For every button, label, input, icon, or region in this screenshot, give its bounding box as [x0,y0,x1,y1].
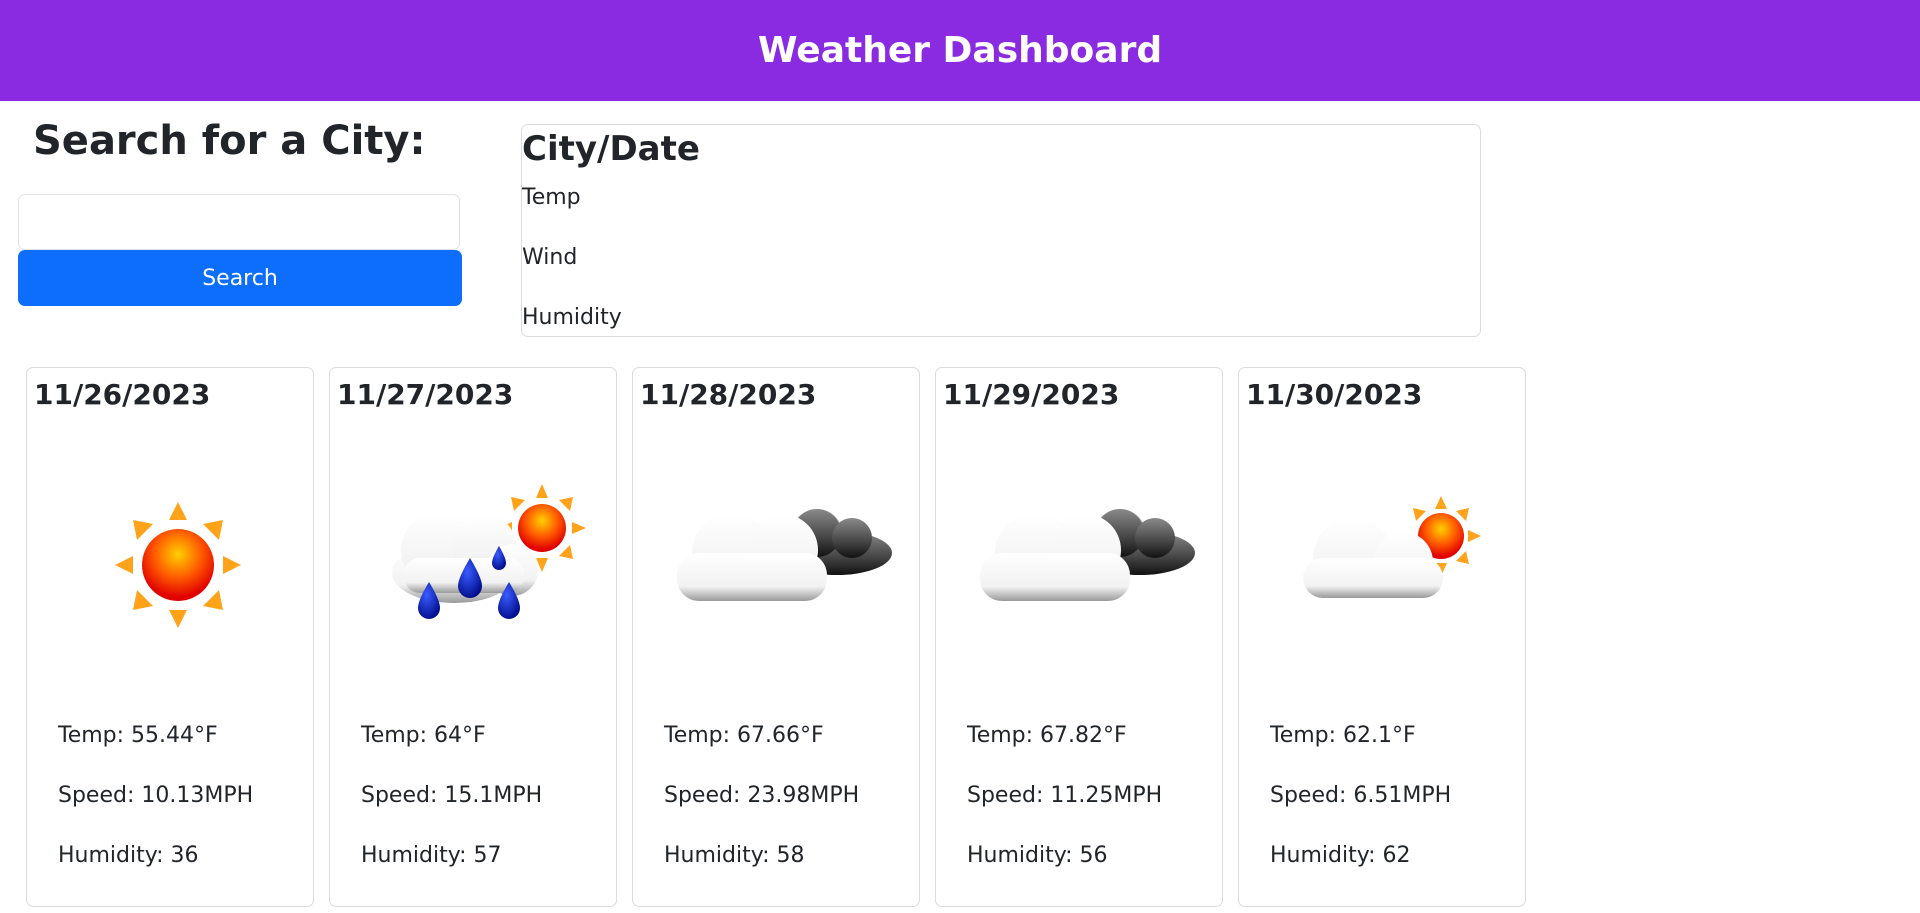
forecast-humidity: Humidity: 56 [967,843,1108,868]
forecast-temp: Temp: 67.66°F [664,723,824,748]
forecast-date: 11/28/2023 [640,378,817,411]
forecast-temp: Temp: 67.82°F [967,723,1127,748]
partly-cloudy-icon [1303,496,1481,598]
search-button[interactable]: Search [18,250,462,306]
current-temp: Temp [522,185,581,210]
forecast-temp: Temp: 55.44°F [58,723,218,748]
forecast-humidity: Humidity: 58 [664,843,805,868]
forecast-speed: Speed: 15.1MPH [361,783,543,808]
current-humidity: Humidity [522,305,622,330]
forecast-date: 11/27/2023 [337,378,514,411]
forecast-date: 11/29/2023 [943,378,1120,411]
forecast-card: 11/28/2023 Temp: 67.66°F Speed: 23.98MPH… [632,367,920,907]
forecast-temp: Temp: 64°F [361,723,486,748]
forecast-card: 11/30/2023 Temp: 62.1°F Speed: 6.51MPH H… [1238,367,1526,907]
page-title: Weather Dashboard [757,30,1163,71]
rain-sun-icon [392,484,586,619]
forecast-speed: Speed: 11.25MPH [967,783,1163,808]
search-title: Search for a City: [33,118,426,164]
current-wind: Wind [522,245,578,270]
forecast-temp: Temp: 62.1°F [1270,723,1416,748]
forecast-date: 11/30/2023 [1246,378,1423,411]
broken-clouds-icon [980,509,1195,601]
city-search-input[interactable] [18,194,460,250]
forecast-card: 11/27/2023 Temp: 64°F Speed: 15.1MPH Hum… [329,367,617,907]
app-header: Weather Dashboard [0,0,1920,101]
forecast-card: 11/26/2023 Temp: 55.44°F Speed: 10.13MPH… [26,367,314,907]
forecast-humidity: Humidity: 36 [58,843,199,868]
sunny-icon [115,502,241,628]
forecast-speed: Speed: 6.51MPH [1270,783,1452,808]
broken-clouds-icon [677,509,892,601]
forecast-card: 11/29/2023 Temp: 67.82°F Speed: 11.25MPH… [935,367,1223,907]
forecast-speed: Speed: 23.98MPH [664,783,860,808]
forecast-humidity: Humidity: 62 [1270,843,1411,868]
forecast-date: 11/26/2023 [34,378,211,411]
current-weather-card: City/Date Temp Wind Humidity [521,124,1481,337]
forecast-speed: Speed: 10.13MPH [58,783,254,808]
forecast-humidity: Humidity: 57 [361,843,502,868]
current-city-date: City/Date [522,129,700,169]
